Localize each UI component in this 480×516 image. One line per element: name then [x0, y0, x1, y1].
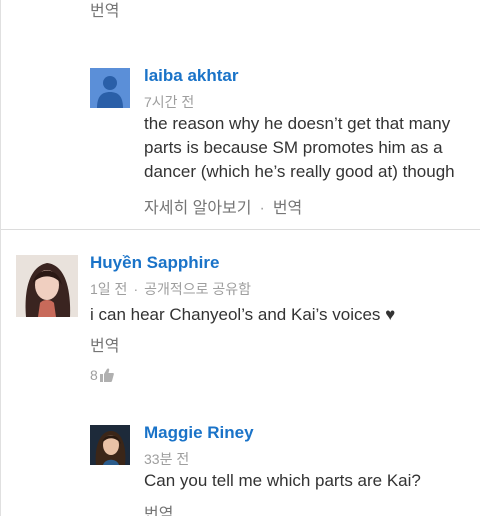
separator-dot: · [133, 281, 139, 297]
comment-text-line-1: the reason why he doesn’t get that many [144, 114, 451, 133]
comment-divider [1, 229, 480, 230]
comment-text: Can you tell me which parts are Kai? [144, 471, 421, 490]
comment-timestamp[interactable]: 1일 전 [90, 281, 127, 297]
comment-author[interactable]: Huyền Sapphire [90, 253, 219, 273]
comment-author[interactable]: Maggie Riney [144, 423, 254, 443]
translate-link[interactable]: 번역 [144, 500, 173, 516]
comment-text: i can hear Chanyeol’s and Kai’s voices ♥ [90, 305, 396, 324]
user-avatar[interactable] [90, 425, 130, 465]
comment-author[interactable]: laiba akhtar [144, 66, 239, 86]
plus-one-button[interactable]: 8 [90, 367, 114, 383]
visibility-label: 공개적으로 공유함 [144, 281, 252, 297]
comment-actions: 자세히 알아보기 · 번역 [144, 194, 302, 218]
default-avatar-icon[interactable] [90, 68, 130, 108]
user-avatar[interactable] [16, 255, 78, 317]
comment-text-line-3: dancer (which he’s really good at) thoug… [144, 162, 455, 181]
comment-thread: 번역 laiba akhtar 7시간 전 the reason why he … [0, 0, 480, 516]
comment-timestamp[interactable]: 33분 전 [144, 449, 189, 469]
comment-meta: 1일 전 · 공개적으로 공유함 [90, 279, 251, 299]
translate-link-top[interactable]: 번역 [90, 0, 119, 21]
plus-count: 8 [90, 367, 98, 383]
separator-dot: · [259, 200, 265, 217]
comment-timestamp[interactable]: 7시간 전 [144, 92, 194, 112]
translate-link[interactable]: 번역 [273, 200, 302, 217]
comment-text-line-2: parts is because SM promotes him as a [144, 138, 443, 157]
thread-left-border [0, 0, 1, 516]
thumbs-up-icon [99, 368, 114, 382]
see-more-link[interactable]: 자세히 알아보기 [144, 200, 252, 217]
translate-link[interactable]: 번역 [90, 332, 119, 356]
